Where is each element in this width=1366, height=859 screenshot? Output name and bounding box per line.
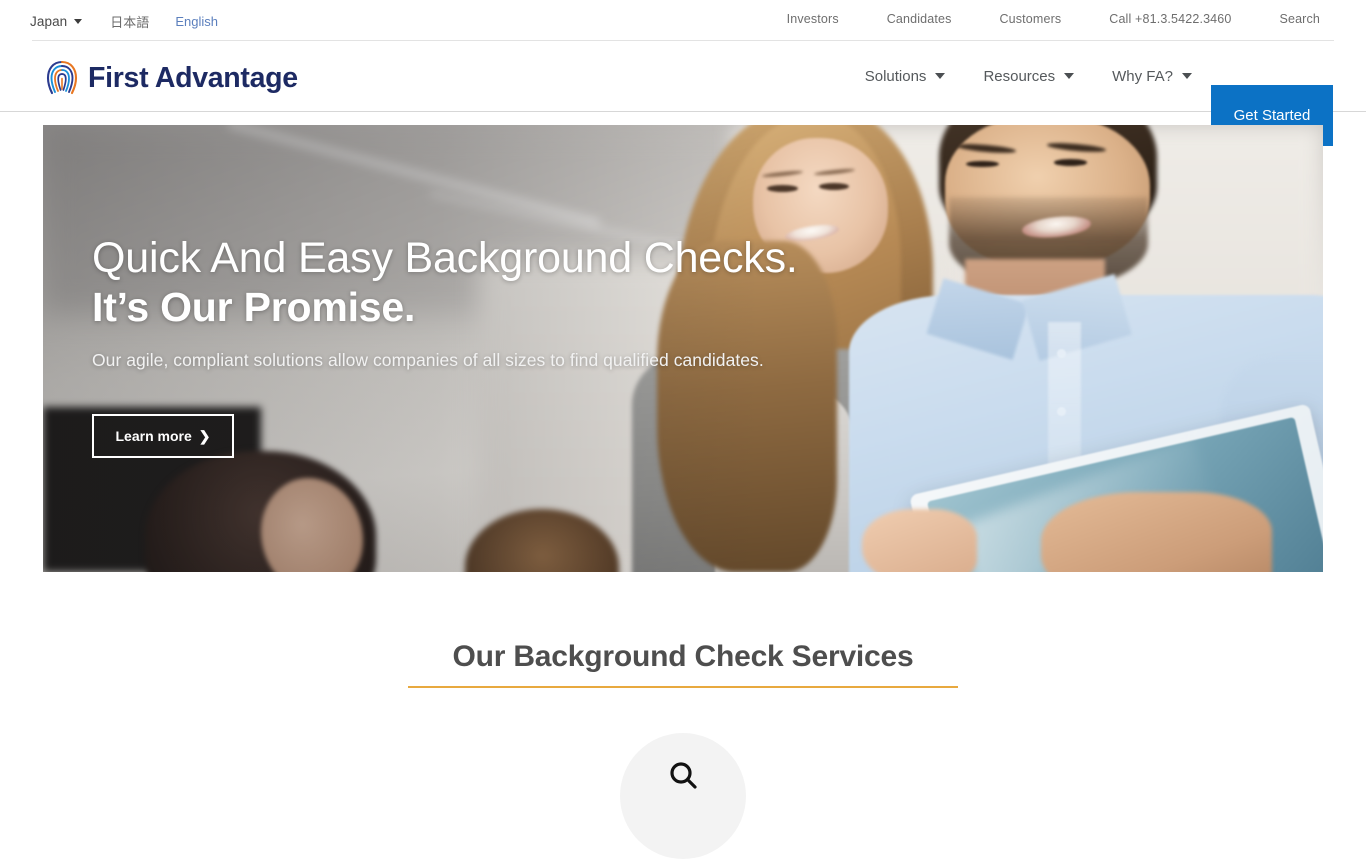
language-link-english[interactable]: English [175, 14, 218, 29]
hero-subtitle: Our agile, compliant solutions allow com… [92, 350, 764, 371]
chevron-down-icon [1064, 73, 1075, 79]
locale-group: Japan 日本語 English [30, 12, 218, 31]
magnifier-icon [670, 762, 697, 789]
logo-text: First Advantage [88, 61, 298, 94]
language-link-japanese[interactable]: 日本語 [110, 12, 149, 31]
nav-item-solutions[interactable]: Solutions [846, 68, 965, 85]
learn-more-button[interactable]: Learn more ❯ [92, 414, 234, 458]
utility-bar: Japan 日本語 English Investors Candidates C… [0, 0, 1366, 41]
fingerprint-icon [46, 60, 78, 95]
nav-item-resources-label: Resources [983, 67, 1056, 85]
services-heading: Our Background Check Services [452, 640, 914, 673]
nav-item-why-fa-label: Why FA? [1112, 67, 1173, 85]
utility-link-customers[interactable]: Customers [976, 12, 1086, 26]
services-heading-underline [408, 686, 958, 688]
country-selector-label: Japan [30, 14, 68, 29]
logo[interactable]: First Advantage [45, 59, 298, 97]
main-nav: Solutions Resources Why FA? [846, 41, 1211, 111]
hero-banner: Quick And Easy Background Checks. It’s O… [43, 125, 1323, 572]
chevron-down-icon [74, 19, 83, 24]
learn-more-label: Learn more [115, 428, 192, 444]
utility-link-search[interactable]: Search [1255, 12, 1344, 26]
nav-item-why-fa[interactable]: Why FA? [1093, 68, 1211, 85]
hero-copy: Quick And Easy Background Checks. It’s O… [92, 235, 892, 371]
nav-item-resources[interactable]: Resources [964, 68, 1093, 85]
country-selector[interactable]: Japan [30, 14, 83, 29]
chevron-right-icon: ❯ [198, 428, 211, 444]
nav-item-solutions-label: Solutions [864, 67, 927, 85]
utility-link-investors[interactable]: Investors [763, 12, 863, 26]
hero-title-line1: Quick And Easy Background Checks. [92, 234, 798, 282]
service-card-bubble[interactable] [620, 733, 746, 859]
chevron-down-icon [935, 73, 946, 79]
utility-link-candidates[interactable]: Candidates [863, 12, 976, 26]
utility-link-call[interactable]: Call +81.3.5422.3460 [1085, 12, 1255, 26]
hero-title-line2: It’s Our Promise. [92, 284, 416, 331]
utility-nav: Investors Candidates Customers Call +81.… [763, 12, 1344, 26]
chevron-down-icon [1182, 73, 1192, 79]
main-header: First Advantage Solutions Resources Why … [0, 41, 1366, 146]
